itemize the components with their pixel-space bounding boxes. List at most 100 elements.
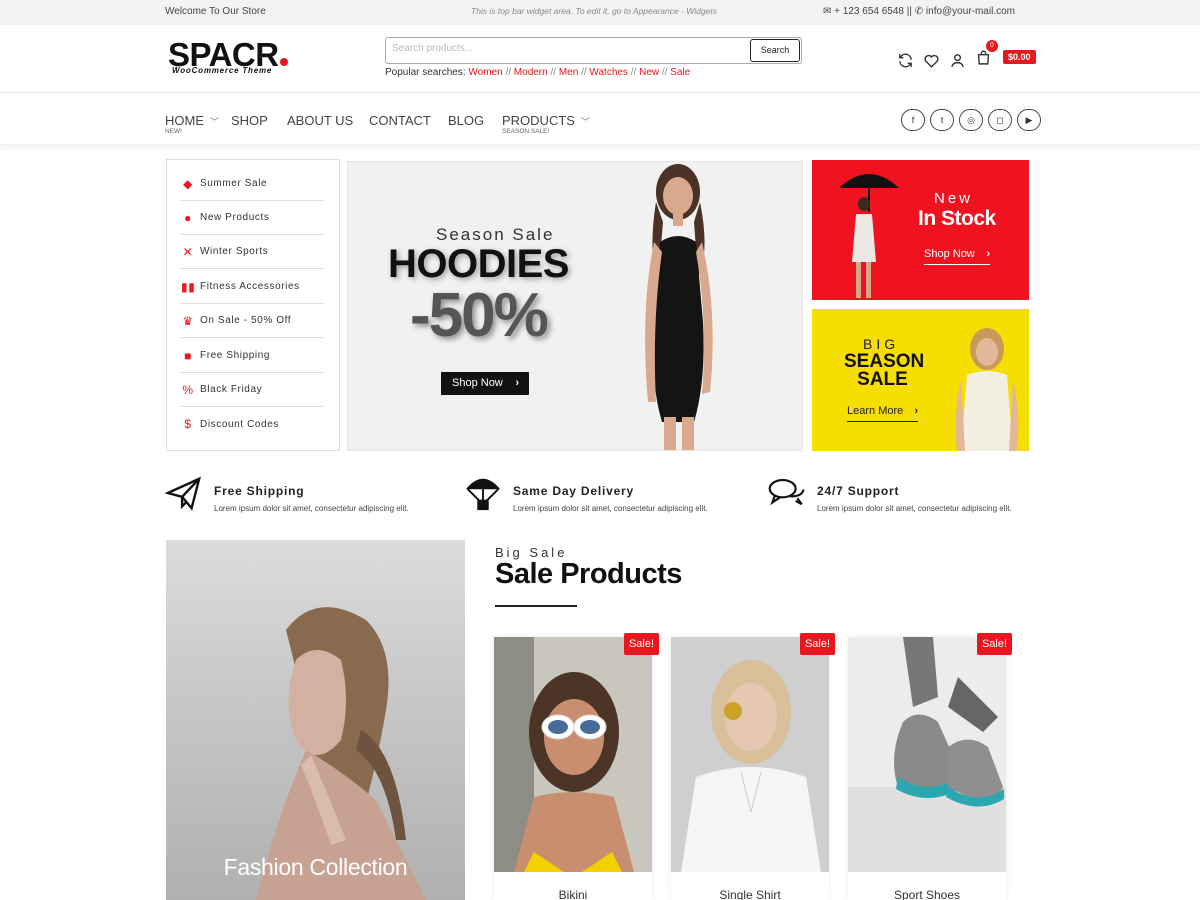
dumbbell-icon: ▮▮	[181, 279, 196, 294]
page: Welcome To Our Store This is top bar wid…	[0, 0, 1200, 900]
mail-icon: ✉	[823, 6, 832, 17]
nav-contact[interactable]: CONTACT	[369, 113, 431, 128]
hero-button-label: Shop Now	[452, 377, 503, 389]
popular-link[interactable]: Men	[559, 67, 578, 78]
category-item[interactable]: ◆ Summer Sale	[181, 167, 324, 201]
hero-shop-now-button[interactable]: Shop Now ›	[441, 372, 529, 395]
nav-blog[interactable]: BLOG	[448, 113, 484, 128]
instagram-icon[interactable]: ◻	[988, 109, 1012, 131]
tag-icon: ◆	[183, 176, 193, 191]
category-label: On Sale - 50% Off	[200, 315, 292, 326]
big-season-sale-banner[interactable]: BIG SEASON SALE Learn More ›	[812, 309, 1029, 451]
hero-model-image	[645, 164, 713, 450]
chevron-down-icon: ﹀	[210, 117, 220, 127]
sale-badge: Sale!	[624, 633, 659, 655]
nav-label: ABOUT US	[287, 113, 354, 128]
category-label: Fitness Accessories	[200, 281, 300, 292]
sale-badge: Sale!	[800, 633, 835, 655]
feature-desc: Lorem ipsum dolor sit amet, consectetur …	[214, 504, 409, 513]
phone-number[interactable]: + 123 654 6548	[834, 6, 904, 17]
youtube-icon[interactable]: ▶	[1017, 109, 1041, 131]
crown-icon: ♛	[182, 313, 194, 328]
product-image-single-shirt	[671, 637, 829, 872]
nav-home[interactable]: HOME ﹀ NEW!	[165, 113, 220, 135]
feature-desc: Lorem ipsum dolor sit amet, consectetur …	[513, 504, 708, 513]
popular-link[interactable]: Modern	[514, 67, 548, 78]
category-label: Discount Codes	[200, 418, 279, 430]
nav-label: SHOP	[231, 113, 268, 128]
logo-subtitle: WooCommerce Theme	[172, 66, 273, 75]
popular-label: Popular searches:	[385, 67, 466, 78]
red-banner-line2: In Stock	[918, 207, 996, 230]
category-item[interactable]: ● New Products	[181, 201, 324, 235]
fashion-model-image	[256, 607, 426, 900]
parachute-icon	[465, 478, 501, 511]
percent-icon: %	[182, 382, 194, 397]
nav-label: HOME	[165, 113, 204, 128]
product-card[interactable]: Single Shirt	[671, 637, 829, 900]
site-logo[interactable]: SPACR WooCommerce Theme	[168, 38, 288, 75]
fashion-collection-label: Fashion Collection	[223, 854, 408, 880]
new-in-stock-banner[interactable]: New In Stock Shop Now ›	[812, 160, 1029, 300]
product-card[interactable]: Sport Shoes	[848, 637, 1006, 900]
cart-button[interactable]: 0	[975, 40, 998, 71]
heart-icon[interactable]	[923, 52, 940, 69]
facebook-icon[interactable]: f	[901, 109, 925, 131]
compare-icon[interactable]	[897, 52, 914, 69]
sale-badge: Sale!	[977, 633, 1012, 655]
category-item[interactable]: % Black Friday	[181, 373, 324, 407]
category-item[interactable]: ✕ Winter Sports	[181, 235, 324, 269]
product-image-bikini	[494, 637, 652, 872]
search-input[interactable]	[392, 43, 742, 54]
product-name[interactable]: Bikini	[494, 888, 652, 900]
dribbble-icon[interactable]: ◎	[959, 109, 983, 131]
popular-link[interactable]: Women	[468, 67, 502, 78]
feature-title: Same Day Delivery	[513, 484, 635, 498]
popular-searches: Popular searches: Women // Modern // Men…	[385, 67, 691, 78]
popular-link[interactable]: Watches	[589, 67, 628, 78]
cart-total[interactable]: $0.00	[1003, 50, 1036, 64]
product-name[interactable]: Sport Shoes	[848, 888, 1006, 900]
users-icon: ●	[184, 210, 192, 225]
category-item[interactable]: ▮▮ Fitness Accessories	[181, 270, 324, 304]
skier-icon: ✕	[182, 244, 194, 259]
search-button[interactable]: Search	[750, 39, 800, 62]
category-item[interactable]: $ Discount Codes	[181, 407, 324, 441]
yellow-banner-button-label: Learn More	[847, 405, 904, 417]
product-card[interactable]: Bikini	[494, 637, 652, 900]
category-label: Free Shipping	[200, 350, 271, 361]
twitter-icon[interactable]: t	[930, 109, 954, 131]
header: SPACR WooCommerce Theme Search Popular s…	[0, 25, 1200, 93]
nav-shop[interactable]: SHOP	[231, 113, 268, 128]
chevron-right-icon: ›	[914, 405, 918, 417]
user-icon[interactable]	[949, 52, 966, 69]
popular-link[interactable]: New	[639, 67, 659, 78]
chevron-down-icon: ﹀	[580, 117, 590, 127]
contact-info: ✉ + 123 654 6548 || ✆ info@your-mail.com	[823, 6, 1015, 17]
yellow-banner-button[interactable]: Learn More ›	[847, 405, 918, 422]
product-name[interactable]: Single Shirt	[671, 888, 829, 900]
email-link[interactable]: info@your-mail.com	[926, 6, 1015, 17]
feature-desc: Lorem ipsum dolor sit amet, consectetur …	[817, 504, 1012, 513]
phone-icon: ✆	[914, 6, 924, 17]
nav-label: CONTACT	[369, 113, 431, 128]
top-bar: Welcome To Our Store This is top bar wid…	[0, 0, 1200, 25]
category-label: New Products	[200, 212, 270, 223]
fashion-collection-banner[interactable]: Fashion Collection	[166, 540, 465, 900]
nav-about[interactable]: ABOUT US	[287, 113, 353, 128]
header-icons: 0	[897, 40, 998, 71]
contact-separator: ||	[906, 6, 912, 17]
sale-section-title: Sale Products	[495, 558, 682, 590]
nav-sub-label: NEW!	[165, 128, 182, 135]
yellow-model-image	[955, 328, 1019, 451]
widget-note: This is top bar widget area. To edit it,…	[471, 6, 717, 16]
nav-products[interactable]: PRODUCTS ﹀ SEASON SALE!	[502, 113, 590, 135]
category-item[interactable]: ■ Free Shipping	[181, 339, 324, 373]
category-item[interactable]: ♛ On Sale - 50% Off	[181, 304, 324, 338]
red-banner-button[interactable]: Shop Now ›	[924, 248, 990, 265]
chat-icon	[768, 478, 805, 506]
category-menu: ◆ Summer Sale ● New Products ✕ Winter Sport…	[166, 159, 340, 451]
truck-icon: ■	[184, 348, 192, 363]
feature-title: Free Shipping	[214, 484, 305, 498]
popular-link[interactable]: Sale	[670, 67, 690, 78]
